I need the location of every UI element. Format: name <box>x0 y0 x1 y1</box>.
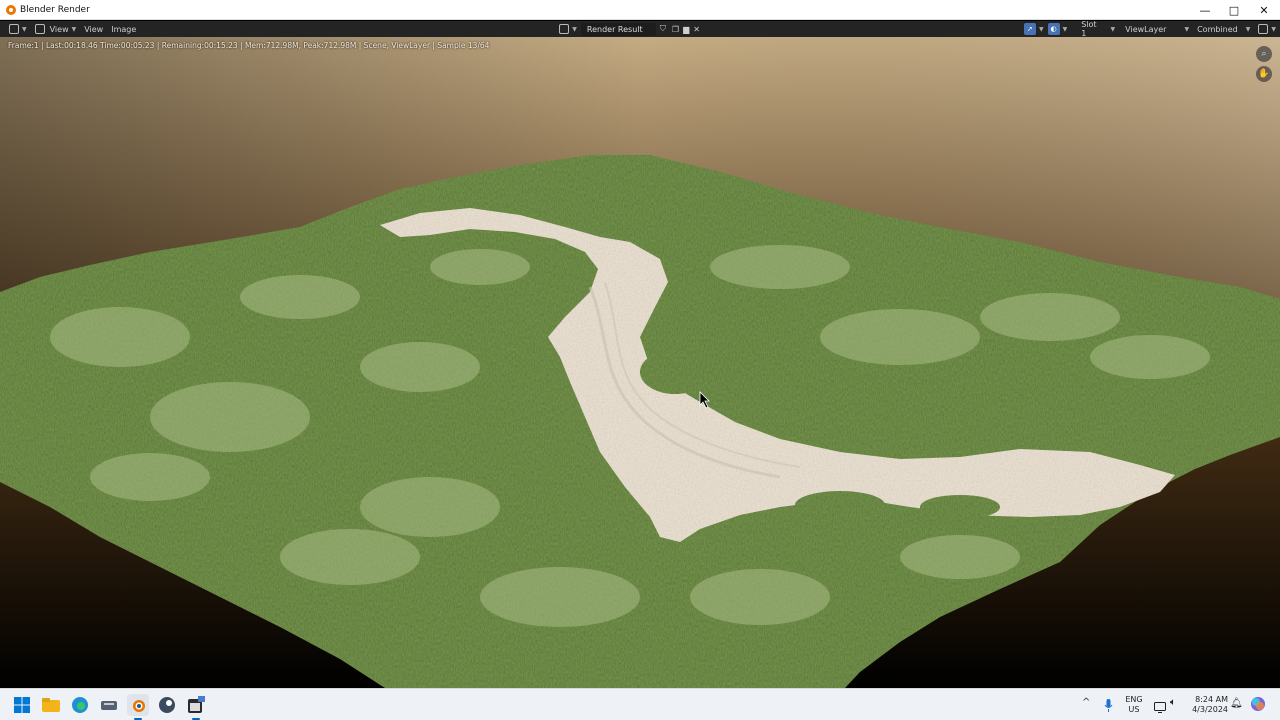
shield-icon: ⛉ <box>659 24 666 33</box>
taskbar-edge[interactable] <box>69 694 91 716</box>
grass-highlight-patch <box>820 309 980 365</box>
sample-tool-icon: ➚ <box>1023 23 1036 35</box>
render-viewport[interactable]: ⌕ ✋ <box>0 37 1280 688</box>
close-button[interactable]: ✕ <box>1249 0 1279 20</box>
render-result-image <box>0 37 1280 688</box>
microphone-icon[interactable] <box>1104 697 1113 716</box>
chevron-down-icon: ▼ <box>1271 25 1276 33</box>
grass-highlight-patch <box>980 293 1120 341</box>
network-icon[interactable] <box>1154 698 1166 717</box>
edge-icon <box>72 696 88 713</box>
language-region: US <box>1128 705 1140 714</box>
grass-highlight-patch <box>710 245 850 289</box>
view-layer-label: ViewLayer <box>1125 24 1167 34</box>
view-mode-dropdown[interactable]: View ▼ <box>31 22 81 36</box>
chevron-down-icon: ▼ <box>1184 25 1190 33</box>
windows-start-icon <box>14 696 30 713</box>
grass-highlight-patch <box>150 382 310 452</box>
grass-highlight-patch <box>360 477 500 537</box>
view-mode-icon <box>34 24 45 34</box>
open-image-button[interactable]: ▆ <box>681 22 691 36</box>
volume-icon[interactable]: 🔈︎ <box>1170 697 1176 708</box>
blender-logo-icon <box>6 4 16 15</box>
clock-date: 4/3/2024 <box>1192 705 1228 714</box>
taskbar-file-explorer[interactable] <box>40 694 62 716</box>
folder-icon: ▆ <box>683 24 690 34</box>
tool-icon <box>101 700 117 710</box>
image-browse-button[interactable]: ▼ <box>555 22 581 36</box>
sample-tool-button[interactable]: ➚ ▼ <box>1022 22 1046 36</box>
unlink-image-button[interactable]: ✕ <box>691 22 702 36</box>
display-mode-button[interactable]: ▼ <box>1254 22 1280 36</box>
window-title-bar: Blender Render — □ ✕ <box>0 0 1280 20</box>
steam-icon <box>159 696 175 713</box>
slot-dropdown[interactable]: Slot 1 ▼ <box>1077 20 1119 38</box>
clock[interactable]: 8:24 AM 4/3/2024 <box>1188 695 1228 715</box>
fake-user-button[interactable]: ⛉ <box>656 22 670 36</box>
windows-start-button[interactable] <box>11 694 33 716</box>
grass-highlight-patch <box>690 569 830 625</box>
grass-tuft <box>920 495 1000 519</box>
grass-tuft <box>795 491 885 519</box>
menu-view[interactable]: View <box>80 22 107 36</box>
display-channels-icon: ◐ <box>1047 23 1060 35</box>
image-editor-icon <box>9 24 19 34</box>
render-pass-dropdown[interactable]: Combined ▼ <box>1193 22 1254 36</box>
view-layer-dropdown[interactable]: ViewLayer ▼ <box>1121 22 1193 36</box>
taskbar-tool[interactable] <box>98 694 120 716</box>
grass-highlight-patch <box>1090 335 1210 379</box>
calendar-app-icon <box>188 695 205 713</box>
chevron-down-icon: ▼ <box>22 25 27 33</box>
taskbar-blender[interactable] <box>127 693 149 720</box>
notification-bell-icon[interactable]: 🔔︎ <box>1230 698 1243 709</box>
grass-highlight-patch <box>240 275 360 319</box>
chevron-down-icon: ▼ <box>1110 25 1116 33</box>
new-image-button[interactable]: ❐ <box>670 22 681 36</box>
editor-type-button[interactable]: ▼ <box>5 22 31 36</box>
grass-highlight-patch <box>90 453 210 501</box>
chevron-down-icon: ▼ <box>71 25 77 33</box>
chevron-down-icon: ▼ <box>1245 25 1251 33</box>
slot-label: Slot 1 <box>1081 20 1097 38</box>
taskbar-calendar-app[interactable] <box>185 694 207 720</box>
grass-highlight-patch <box>280 529 420 585</box>
chevron-down-icon: ▼ <box>572 25 577 33</box>
grass-highlight-patch <box>900 535 1020 579</box>
close-icon: ✕ <box>693 24 700 34</box>
chevron-down-icon: ▼ <box>1038 25 1044 33</box>
grass-highlight-patch <box>480 567 640 627</box>
render-pass-label: Combined <box>1197 24 1238 34</box>
render-status-text: Frame:1 | Last:00:18.46 Time:00:05.23 | … <box>8 40 490 50</box>
window-title: Blender Render <box>20 4 90 15</box>
clock-time: 8:24 AM <box>1195 695 1228 704</box>
image-name-field[interactable]: Render Result <box>580 22 656 36</box>
view-dropdown-label: View <box>49 24 69 34</box>
taskbar-steam[interactable] <box>156 694 178 716</box>
grass-tuft <box>640 350 710 394</box>
display-channels-button[interactable]: ◐ ▼ <box>1046 22 1070 36</box>
language-code: ENG <box>1125 695 1143 704</box>
minimize-button[interactable]: — <box>1190 0 1220 20</box>
language-indicator[interactable]: ENG US <box>1124 695 1144 715</box>
duplicate-icon: ❐ <box>671 24 680 34</box>
chevron-down-icon: ▼ <box>1062 25 1068 33</box>
grass-highlight-patch <box>50 307 190 367</box>
menu-image[interactable]: Image <box>107 22 140 36</box>
maximize-button[interactable]: □ <box>1219 0 1249 20</box>
blender-icon <box>133 699 145 712</box>
pan-hand-icon[interactable]: ✋ <box>1256 66 1272 82</box>
windows-taskbar: ^ ENG US 🔈︎ 8:24 AM 4/3/2024 🔔︎ <box>0 688 1280 720</box>
display-mode-icon <box>1258 24 1269 34</box>
grass-highlight-patch <box>430 249 530 285</box>
file-explorer-icon <box>42 697 60 712</box>
image-editor-header: ▼ View ▼ View Image ▼ Render Result ⛉ ❐ … <box>0 20 1280 38</box>
chevron-up-icon[interactable]: ^ <box>1082 697 1090 708</box>
grass-highlight-patch <box>360 342 480 392</box>
image-name-text: Render Result <box>586 24 643 34</box>
image-browse-icon <box>559 24 570 34</box>
copilot-icon[interactable] <box>1250 696 1266 716</box>
